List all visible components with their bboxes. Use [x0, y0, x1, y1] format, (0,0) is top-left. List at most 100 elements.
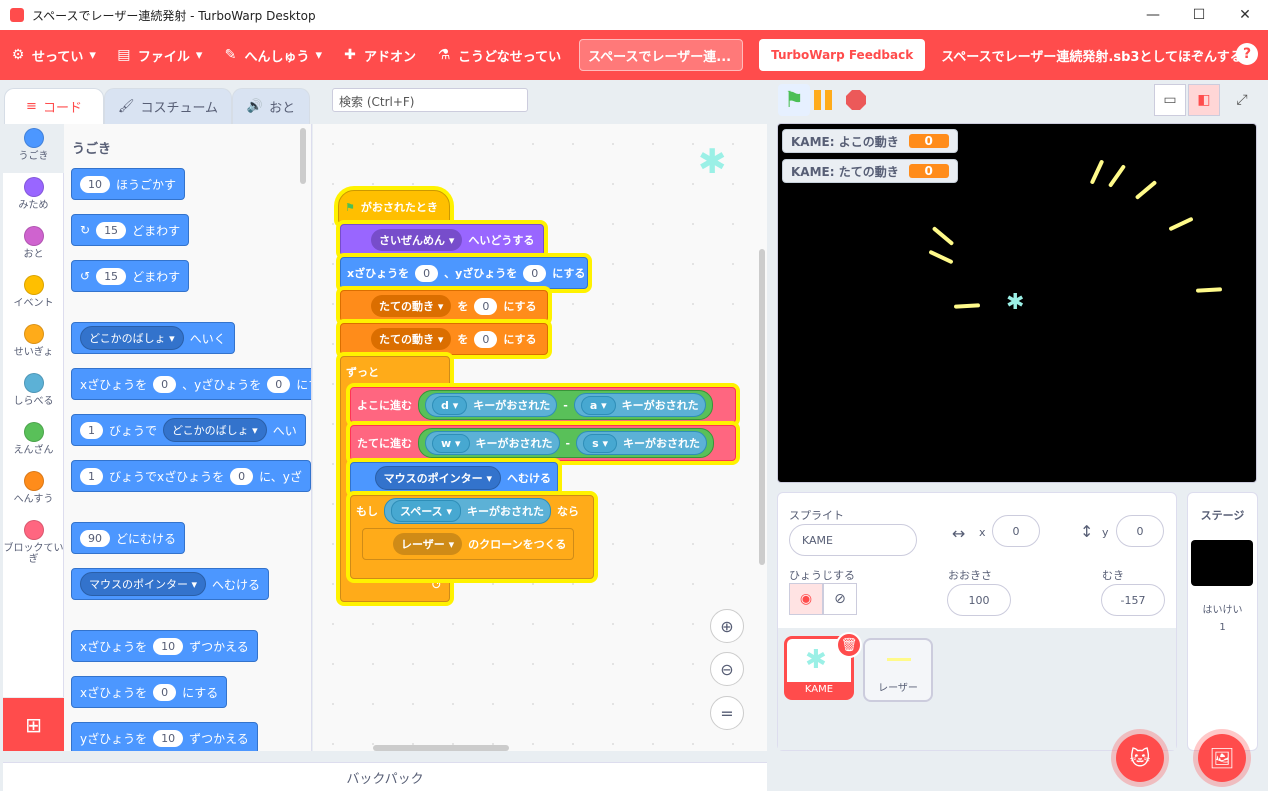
key-dropdown[interactable]: a ▾ [580, 395, 616, 415]
turn-left-block[interactable]: ↺ 15 どまわす [71, 260, 190, 292]
steps-input[interactable]: 10 [80, 175, 110, 193]
advanced-settings-menu[interactable]: ⚗ こうどなせってい [426, 30, 571, 80]
green-flag-button[interactable]: ⚑ [778, 84, 810, 116]
goto-xy-script-block[interactable]: xざひょうを 0 、yざひょうを 0 にする [340, 257, 588, 289]
size-input[interactable]: 100 [947, 584, 1011, 616]
key-pressed-sensing[interactable]: スペース ▾ キーがおされた [384, 498, 552, 524]
tab-sounds[interactable]: 🔊 おと [232, 88, 310, 124]
addons-menu[interactable]: ✚ アドオン [332, 30, 426, 80]
fullscreen-button[interactable]: ⤢ [1226, 84, 1258, 116]
key-pressed-sensing[interactable]: s ▾ キーがおされた [576, 431, 708, 455]
stage-canvas[interactable]: KAME: よこの動き 0 KAME: たての動き 0 ✱ [777, 123, 1257, 483]
small-stage-button[interactable]: ▭ [1154, 84, 1186, 116]
workspace-horizontal-scrollbar[interactable] [373, 745, 509, 751]
add-extension-button[interactable]: ⊞ [3, 698, 64, 751]
stop-button[interactable] [846, 90, 866, 110]
category-control[interactable]: せいぎょ [3, 320, 64, 369]
key-pressed-sensing[interactable]: a ▾ キーがおされた [573, 393, 706, 417]
project-title-input[interactable]: スペースでレーザー連... [579, 39, 744, 71]
point-direction-block[interactable]: 90 どにむける [71, 522, 186, 554]
hide-sprite-button[interactable]: ⊘ [823, 583, 857, 615]
category-operators[interactable]: えんざん [3, 418, 64, 467]
set-x-block[interactable]: xざひょうを 0 にする [71, 676, 228, 708]
turn-right-block[interactable]: ↻ 15 どまわす [71, 214, 190, 246]
category-variables[interactable]: へんすう [3, 467, 64, 516]
key-dropdown[interactable]: w ▾ [432, 433, 470, 453]
glide-dropdown[interactable]: どこかのばしょ ▾ [163, 418, 267, 442]
stage-target-panel[interactable]: ステージ はいけい 1 [1187, 492, 1258, 751]
key-dropdown[interactable]: スペース ▾ [391, 500, 462, 522]
create-clone-block[interactable]: レーザー ▾ のクローンをつくる [362, 528, 574, 560]
add-sprite-button[interactable]: 🐱 [1116, 734, 1164, 782]
direction-input[interactable]: 90 [80, 529, 110, 547]
x-position-input[interactable]: 0 [992, 515, 1040, 547]
goto-dropdown[interactable]: どこかのばしょ ▾ [80, 326, 184, 350]
stage-thumbnail[interactable] [1191, 540, 1253, 586]
custom-vertical-block[interactable]: たてに進む w ▾ キーがおされた - s ▾ キーがおされた [350, 425, 736, 461]
zoom-in-button[interactable]: ⊕ [710, 609, 744, 643]
key-dropdown[interactable]: d ▾ [432, 395, 468, 415]
file-menu[interactable]: ▤ ファイル ▾ [106, 30, 213, 80]
subtract-operator[interactable]: d ▾ キーがおされた - a ▾ キーがおされた [418, 390, 713, 420]
maximize-button[interactable]: ☐ [1176, 0, 1222, 30]
category-motion[interactable]: うごき [3, 124, 64, 173]
category-looks[interactable]: みため [3, 173, 64, 222]
layer-dropdown[interactable]: さいぜんめん ▾ [371, 229, 463, 251]
degrees-input[interactable]: 15 [96, 267, 127, 285]
variable-dropdown[interactable]: たての動き ▾ [371, 328, 452, 350]
y-input[interactable]: 0 [523, 264, 547, 282]
backpack[interactable]: バックパック [3, 762, 767, 791]
point-towards-dropdown[interactable]: マウスのポインター ▾ [374, 466, 501, 490]
x-input[interactable]: 0 [230, 467, 254, 485]
palette-scrollbar[interactable] [300, 128, 306, 184]
category-events[interactable]: イベント [3, 271, 64, 320]
save-as-button[interactable]: スペースでレーザー連続発射.sb3としてほぞんする [941, 46, 1243, 65]
set-variable-block[interactable]: たての動き ▾ を 0 にする [340, 323, 548, 355]
glide-xy-block[interactable]: 1 びょうでxざひょうを 0 に、yざ [71, 460, 311, 492]
feedback-button[interactable]: TurboWarp Feedback [759, 39, 926, 71]
value-input[interactable]: 0 [474, 297, 498, 315]
pause-button[interactable] [814, 90, 836, 110]
set-x-input[interactable]: 0 [153, 683, 177, 701]
zoom-reset-button[interactable]: = [710, 696, 744, 730]
variable-dropdown[interactable]: たての動き ▾ [371, 295, 452, 317]
tab-costumes[interactable]: 🖌 コスチューム [104, 88, 232, 124]
key-dropdown[interactable]: s ▾ [583, 433, 618, 453]
when-flag-clicked-block[interactable]: ⚑ がおされたとき [338, 190, 450, 224]
category-my-blocks[interactable]: ブロックていぎ [3, 516, 64, 565]
settings-menu[interactable]: ⚙ せってい ▾ [0, 30, 106, 80]
workspace-vertical-scrollbar[interactable] [759, 249, 765, 565]
seconds-input[interactable]: 1 [80, 467, 103, 485]
normal-stage-button[interactable]: ◧ [1188, 84, 1220, 116]
goto-block[interactable]: どこかのばしょ ▾ へいく [71, 322, 235, 354]
go-to-layer-block[interactable]: さいぜんめん ▾ へいどうする [340, 224, 544, 256]
direction-input[interactable]: -157 [1101, 584, 1165, 616]
value-input[interactable]: 0 [474, 330, 498, 348]
help-button[interactable]: ? [1236, 43, 1258, 65]
change-x-block[interactable]: xざひょうを 10 ずつかえる [71, 630, 258, 662]
seconds-input[interactable]: 1 [80, 421, 103, 439]
edit-menu[interactable]: ✎ へんしゅう ▾ [212, 30, 332, 80]
goto-xy-block[interactable]: xざひょうを 0 、yざひょうを 0 にする [71, 368, 311, 400]
minimize-button[interactable]: — [1130, 0, 1176, 30]
zoom-out-button[interactable]: ⊖ [710, 652, 744, 686]
y-input[interactable]: 0 [267, 375, 291, 393]
custom-horizontal-block[interactable]: よこに進む d ▾ キーがおされた - a ▾ キーがおされた [350, 387, 736, 423]
category-sound[interactable]: おと [3, 222, 64, 271]
clone-dropdown[interactable]: レーザー ▾ [393, 533, 463, 555]
script-workspace[interactable]: ✱ ⚑ がおされたとき さいぜんめん ▾ へいどうする xざひょうを 0 、yざ… [313, 124, 767, 751]
x-input[interactable]: 0 [415, 264, 439, 282]
x-input[interactable]: 0 [153, 375, 177, 393]
block-search-input[interactable]: 検索 (Ctrl+F) [332, 88, 528, 112]
y-position-input[interactable]: 0 [1116, 515, 1164, 547]
subtract-operator[interactable]: w ▾ キーがおされた - s ▾ キーがおされた [418, 428, 715, 458]
category-sensing[interactable]: しらべる [3, 369, 64, 418]
delete-sprite-button[interactable]: 🗑 [836, 632, 862, 658]
change-y-input[interactable]: 10 [153, 729, 184, 747]
add-backdrop-button[interactable]: 🖼 [1198, 734, 1246, 782]
close-window-button[interactable]: ✕ [1222, 0, 1268, 30]
change-x-input[interactable]: 10 [153, 637, 184, 655]
point-towards-block[interactable]: マウスのポインター ▾ へむける [71, 568, 270, 600]
sprite-name-input[interactable]: KAME [789, 524, 917, 556]
show-sprite-button[interactable]: ◉ [789, 583, 823, 615]
